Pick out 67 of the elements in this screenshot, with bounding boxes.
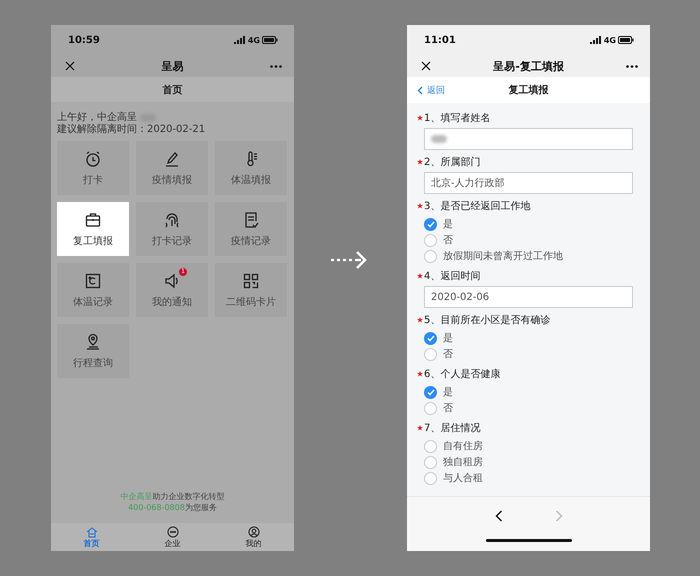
tab-item[interactable]: 企业 <box>148 523 198 551</box>
pen-icon <box>163 150 181 168</box>
menu-tile[interactable]: 体温填报 <box>215 141 287 195</box>
question-label: 1、填写者姓名 <box>424 112 490 125</box>
close-icon[interactable] <box>421 61 431 71</box>
close-icon[interactable] <box>65 61 75 71</box>
qr-code-icon <box>242 272 260 290</box>
footer-hotline: 400-068-0808为您服务 <box>128 502 217 513</box>
input-field[interactable] <box>424 128 633 150</box>
more-icon[interactable] <box>270 64 282 68</box>
alarm-clock-icon <box>84 150 102 168</box>
question-label: 2、所属部门 <box>424 156 480 169</box>
input-field[interactable]: 2020-02-06 <box>424 286 633 308</box>
network-label: 4G <box>248 36 260 44</box>
question-label: 4、返回时间 <box>424 270 480 283</box>
signal-icon <box>234 36 246 44</box>
radio-option[interactable]: 否 <box>424 232 633 248</box>
question-label: 7、居住情况 <box>424 422 480 435</box>
menu-tile[interactable]: 疫情记录 <box>215 202 287 256</box>
more-icon[interactable] <box>626 64 638 68</box>
radio-option[interactable]: 与人合租 <box>424 470 633 486</box>
menu-tile[interactable]: 体温记录 <box>57 263 129 317</box>
back-link[interactable]: 返回 <box>417 84 445 96</box>
page-title: 复工填报 <box>508 84 548 97</box>
menu-tile[interactable]: 打卡 <box>57 141 129 195</box>
menu-tile[interactable]: 二维码卡片 <box>215 263 287 317</box>
check-icon <box>426 220 434 228</box>
radio-option[interactable]: 自有住房 <box>424 438 633 454</box>
network-label: 4G <box>604 36 616 44</box>
radio-option[interactable]: 独自租房 <box>424 454 633 470</box>
menu-tile[interactable]: 疫情填报 <box>136 141 208 195</box>
check-icon <box>426 388 434 396</box>
radio-option[interactable]: 否 <box>424 400 633 416</box>
menu-tile[interactable]: 复工填报 <box>57 202 129 256</box>
radio-option[interactable]: 是 <box>424 216 633 232</box>
framed-c-icon <box>84 272 102 290</box>
briefcase-icon <box>84 210 102 228</box>
greeting-text: 上午好，中企高呈 <box>57 112 137 124</box>
check-icon <box>426 334 434 342</box>
fingerprint-icon <box>163 210 181 228</box>
radio-option[interactable]: 是 <box>424 330 633 346</box>
window-title: 呈易-复工填报 <box>493 58 564 74</box>
chat-bubble-icon <box>166 526 178 538</box>
input-field[interactable]: 北京-人力行政部 <box>424 172 633 194</box>
arrow-icon <box>331 250 369 270</box>
tab-item[interactable]: 我的 <box>228 523 278 551</box>
signal-icon <box>590 36 602 44</box>
battery-icon <box>262 36 278 44</box>
question-label: 3、是否已经返回工作地 <box>424 200 530 213</box>
battery-icon <box>618 36 634 44</box>
status-time: 10:59 <box>68 34 100 46</box>
page-header: 首页 <box>51 77 294 102</box>
window-title: 呈易 <box>162 58 184 74</box>
menu-tile[interactable]: 打卡记录 <box>136 202 208 256</box>
chevron-left-icon <box>417 86 423 94</box>
question-label: 6、个人是否健康 <box>424 368 500 381</box>
location-pin-icon <box>84 332 102 350</box>
menu-tile[interactable]: 行程查询 <box>57 324 129 378</box>
footer-slogan: 中企高呈助力企业数字化转型 <box>120 491 224 502</box>
home-icon <box>86 526 98 538</box>
quarantine-notice: 建议解除隔离时间：2020-02-21 <box>57 124 206 136</box>
radio-option[interactable]: 放假期间未曾离开过工作地 <box>424 248 633 264</box>
status-time: 11:01 <box>424 34 456 46</box>
user-icon <box>248 526 260 538</box>
radio-option[interactable]: 是 <box>424 384 633 400</box>
radio-option[interactable]: 否 <box>424 346 633 362</box>
question-label: 5、目前所在小区是否有确诊 <box>424 314 550 327</box>
